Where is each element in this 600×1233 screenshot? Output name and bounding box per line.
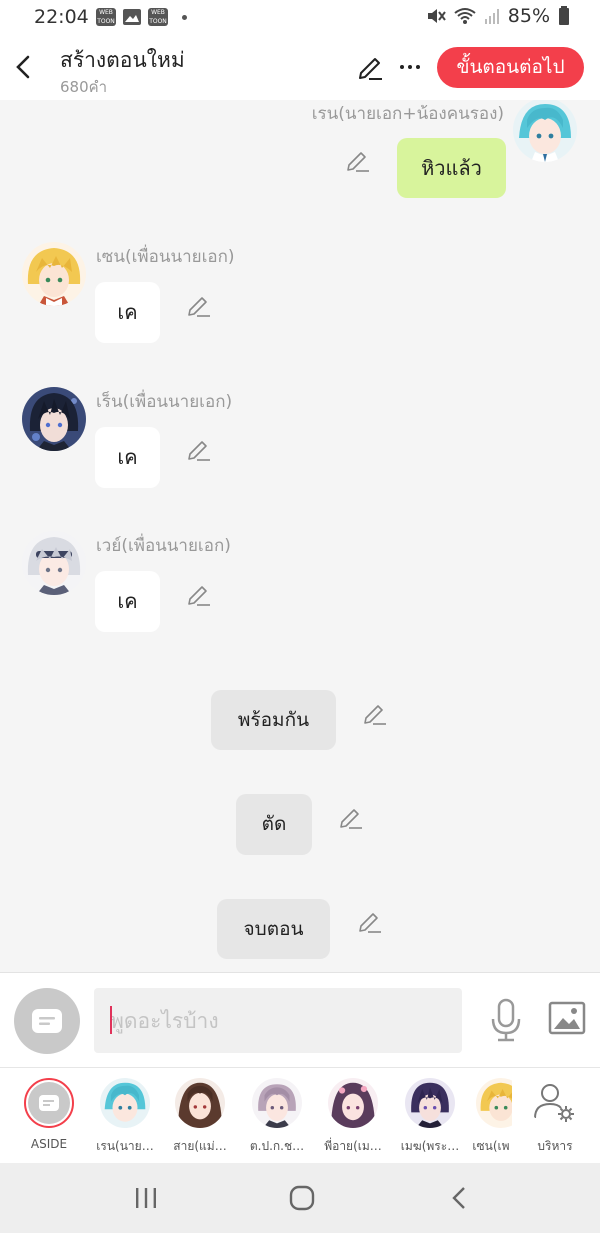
chevron-left-icon (16, 55, 30, 79)
back-icon (452, 1187, 465, 1209)
avatar-ren[interactable] (513, 100, 577, 162)
back-button[interactable] (10, 50, 36, 84)
chat-mode-button[interactable] (14, 988, 80, 1054)
home-button[interactable] (282, 1181, 322, 1215)
avatar (328, 1078, 378, 1128)
system-message[interactable]: จบตอน (217, 899, 330, 959)
edit-title-button[interactable] (356, 52, 386, 82)
system-message[interactable]: ตัด (236, 794, 312, 855)
character-sai[interactable]: สาย(แม่… (165, 1078, 235, 1156)
battery-icon (559, 6, 569, 25)
pencil-icon (340, 809, 362, 829)
edit-message-button[interactable] (357, 908, 383, 934)
system-message[interactable]: พร้อมกัน (211, 690, 336, 750)
pencil-icon (347, 152, 369, 172)
text-cursor (110, 1006, 112, 1034)
aside-avatar (24, 1078, 74, 1128)
system-nav-bar (0, 1163, 600, 1233)
edit-message-button[interactable] (345, 147, 371, 173)
message-bubble[interactable]: หิวแล้ว (397, 138, 506, 198)
status-bar: 22:04 WEB TOON WEB TOON 85% (0, 0, 600, 36)
pencil-icon (188, 441, 210, 461)
recent-apps-icon (136, 1188, 156, 1208)
character-tpkch[interactable]: ต.ป.ก.ช… (242, 1078, 312, 1156)
home-icon (289, 1185, 315, 1211)
chat-area: เรน(นายเอก+น้องคนรอง) หิวแล้ว เซน(เพื่อน… (0, 100, 600, 972)
avatar (100, 1078, 150, 1128)
character-aside[interactable]: ASIDE (14, 1078, 84, 1151)
manage-characters-button[interactable]: บริหาร (520, 1078, 590, 1156)
more-options-button[interactable] (396, 52, 424, 82)
webtoon-icon: WEB TOON (96, 8, 116, 26)
speaker-name: เรน(นายเอก+น้องคนรอง) (311, 104, 504, 124)
person-settings-icon (530, 1078, 580, 1128)
message-input[interactable] (94, 988, 462, 1053)
chat-bubble-icon (39, 1095, 59, 1111)
message-bubble[interactable]: เค (95, 571, 160, 632)
message-bubble[interactable]: เค (95, 282, 160, 343)
voice-button[interactable] (488, 997, 524, 1043)
character-label: ASIDE (30, 1137, 68, 1151)
pencil-icon (188, 297, 210, 317)
character-zen[interactable]: เซน(เพ (470, 1078, 512, 1156)
app-header: สร้างตอนใหม่ 680คำ ขั้นตอนต่อไป (0, 36, 600, 100)
add-image-button[interactable] (548, 999, 586, 1037)
character-label: เรน(นาย… (96, 1139, 154, 1153)
image-icon (123, 9, 141, 25)
notification-icons: WEB TOON WEB TOON (96, 8, 187, 26)
character-label: ต.ป.ก.ช… (249, 1139, 305, 1153)
avatar (476, 1078, 512, 1128)
pencil-icon (364, 705, 386, 725)
avatar-image (22, 242, 86, 306)
edit-message-button[interactable] (362, 700, 388, 726)
recent-apps-button[interactable] (126, 1181, 166, 1215)
character-label: เมฆ(พระ… (400, 1139, 460, 1153)
avatar-zen[interactable] (22, 242, 86, 306)
pencil-icon (359, 913, 381, 933)
mute-icon (427, 9, 446, 23)
battery-percent: 85% (507, 5, 550, 27)
avatar-way[interactable] (22, 531, 86, 595)
pencil-icon (188, 586, 210, 606)
more-notifications-dot (182, 14, 187, 20)
next-step-button[interactable]: ขั้นตอนต่อไป (437, 47, 584, 88)
avatar (175, 1078, 225, 1128)
back-nav-button[interactable] (439, 1181, 479, 1215)
page-title: สร้างตอนใหม่ (60, 48, 185, 72)
character-label: บริหาร (537, 1139, 573, 1153)
character-ren[interactable]: เรน(นาย… (90, 1078, 160, 1156)
wifi-icon (454, 8, 476, 24)
character-label: สาย(แม่… (173, 1139, 227, 1153)
character-mek[interactable]: เมฆ(พระ… (395, 1078, 465, 1156)
clock: 22:04 (34, 6, 89, 28)
avatar-ren-friend[interactable] (22, 387, 86, 451)
character-phi-ai[interactable]: พี่อาย(เม… (318, 1078, 388, 1156)
avatar (405, 1078, 455, 1128)
input-bar (0, 972, 600, 1067)
webtoon-icon: WEB TOON (148, 8, 168, 26)
edit-message-button[interactable] (186, 436, 212, 462)
speaker-name: เซน(เพื่อนนายเอก) (96, 247, 235, 267)
character-label: พี่อาย(เม… (324, 1139, 382, 1153)
message-bubble[interactable]: เค (95, 427, 160, 488)
pencil-icon (359, 58, 382, 80)
avatar-image (22, 387, 86, 451)
edit-message-button[interactable] (338, 804, 364, 830)
more-horizontal-icon (400, 65, 420, 69)
avatar (252, 1078, 302, 1128)
speaker-name: เร็น(เพื่อนนายเอก) (96, 392, 233, 412)
system-icons: 85% (426, 5, 570, 27)
avatar-image (513, 100, 577, 162)
word-count: 680คำ (60, 78, 108, 96)
character-label: เซน(เพ (472, 1139, 510, 1153)
edit-message-button[interactable] (186, 581, 212, 607)
avatar-image (22, 531, 86, 595)
character-tray: ASIDE เรน(นาย… สาย(แม่… ต.ป.ก.ช… พี่อาย(… (0, 1067, 600, 1163)
edit-message-button[interactable] (186, 292, 212, 318)
microphone-icon (491, 998, 521, 1042)
image-icon (548, 1001, 586, 1035)
chat-bubble-icon (32, 1009, 62, 1033)
signal-icon (484, 9, 499, 24)
speaker-name: เวย์(เพื่อนนายเอก) (96, 536, 231, 556)
